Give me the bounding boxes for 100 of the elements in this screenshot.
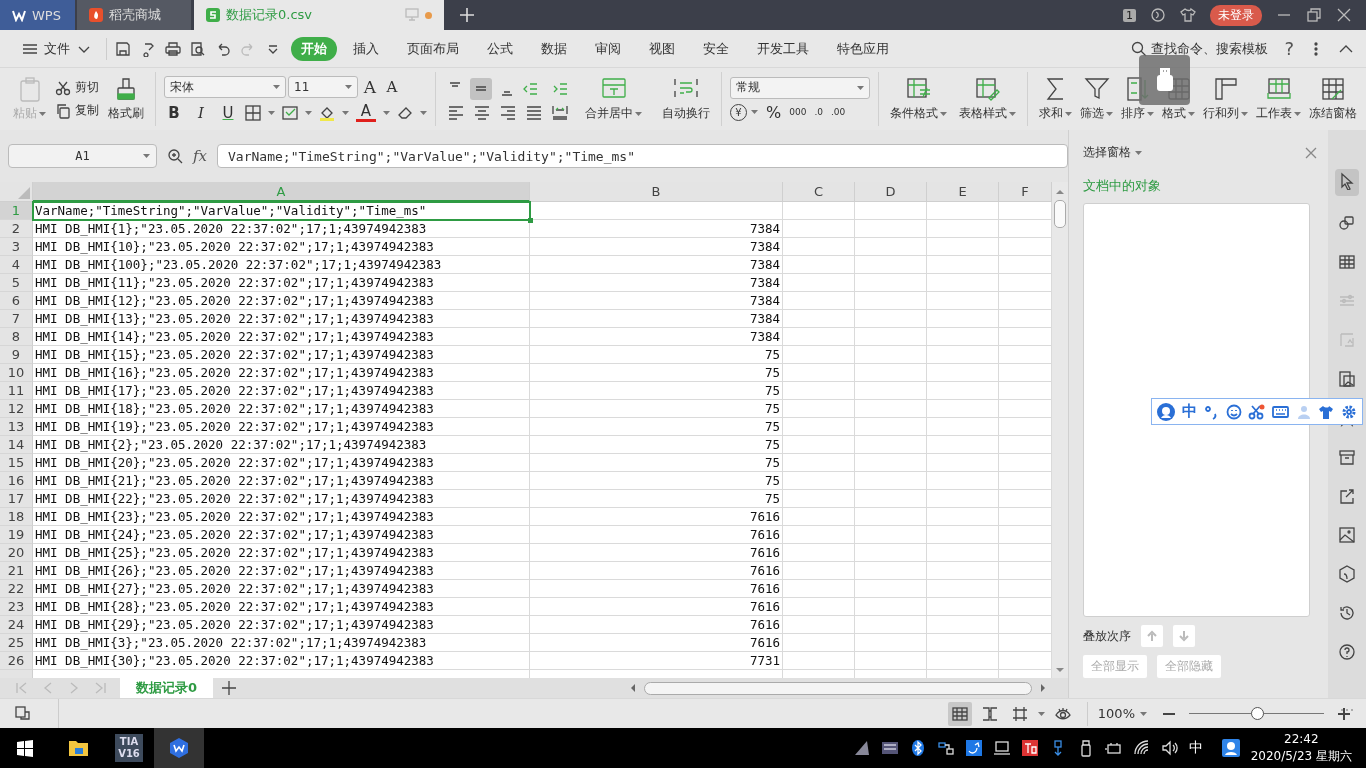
menu-tab[interactable]: 页面布局 (395, 36, 471, 61)
row-header[interactable]: 18 (0, 508, 33, 526)
tia-app-icon[interactable]: TIA V16 (115, 734, 143, 762)
tab[interactable]: 稻壳商城 (77, 0, 191, 30)
row-header[interactable]: 12 (0, 400, 33, 418)
cut-button[interactable]: 剪切 (55, 79, 99, 96)
italic-button[interactable]: I (191, 104, 211, 122)
table-cell: HMI DB_HMI{12};"23.05.2020 22:37:02";17;1;43974942383 (33, 292, 530, 310)
bold-button[interactable]: B (164, 104, 184, 122)
menu-tab[interactable]: 插入 (341, 36, 391, 61)
ribbon-command[interactable]: 工作表 (1253, 74, 1304, 124)
row-header[interactable]: 17 (0, 490, 33, 508)
percent-button[interactable]: % (766, 102, 782, 122)
row-header[interactable]: 26 (0, 652, 33, 670)
table-cell: HMI DB_HMI{18};"23.05.2020 22:37:02";17;1;43974942383 (33, 400, 530, 418)
help-button[interactable]: ? (1284, 38, 1294, 59)
menu-tab[interactable]: 特色应用 (825, 36, 901, 61)
input-method[interactable]: 中 (1188, 739, 1203, 757)
menu-tab[interactable]: 公式 (475, 36, 525, 61)
grow-font-button[interactable]: A (360, 77, 380, 97)
ribbon-command[interactable]: 条件格式 (887, 74, 950, 124)
row-header[interactable]: 11 (0, 382, 33, 400)
column-header[interactable]: C (783, 182, 855, 202)
taskbar-app[interactable]: TIA V16 (104, 728, 154, 768)
shrink-font-button[interactable]: A (382, 78, 402, 96)
menu-tab[interactable]: 开发工具 (745, 36, 821, 61)
increase-decimal-button[interactable]: .0 (814, 107, 823, 117)
table-cell: HMI DB_HMI{13};"23.05.2020 22:37:02";17;1;43974942383 (33, 310, 530, 328)
name-box[interactable]: A1 (8, 144, 157, 168)
font-color-button[interactable]: A (356, 104, 376, 122)
menu-tab[interactable]: 数据 (529, 36, 579, 61)
table-cell: HMI DB_HMI{100};"23.05.2020 22:37:02";17;1;43974942383 (33, 256, 530, 274)
row-header[interactable]: 20 (0, 544, 33, 562)
table-cell: 7616 (530, 598, 783, 616)
sheet-tab[interactable]: 数据记录0 (120, 678, 214, 698)
table-cell: HMI DB_HMI{20};"23.05.2020 22:37:02";17;1;43974942383 (33, 454, 530, 472)
column-header[interactable]: D (855, 182, 927, 202)
row-header[interactable]: 15 (0, 454, 33, 472)
row-header[interactable]: 9 (0, 346, 33, 364)
file-menu[interactable]: 文件 (16, 39, 98, 58)
panel-title[interactable]: 选择窗格 (1083, 144, 1131, 161)
ribbon-command[interactable]: 筛选 (1077, 74, 1116, 124)
merge-center-button[interactable]: 合并居中 (582, 74, 645, 124)
zoom-level[interactable]: 100% (1097, 706, 1135, 721)
row-header[interactable]: 16 (0, 472, 33, 490)
underline-button[interactable]: U (218, 104, 238, 122)
menu-tab[interactable]: 视图 (637, 36, 687, 61)
row-header[interactable]: 13 (0, 418, 33, 436)
table-cell: HMI DB_HMI{27};"23.05.2020 22:37:02";17;1;43974942383 (33, 580, 530, 598)
row-header[interactable]: 22 (0, 580, 33, 598)
table-cell: 75 (530, 472, 783, 490)
tab[interactable]: WPS (0, 0, 75, 30)
table-cell: 75 (530, 346, 783, 364)
ribbon-command[interactable]: 冻结窗格 (1306, 74, 1360, 124)
thousands-separator-button[interactable]: 000 (789, 107, 807, 117)
copy-button[interactable]: 复制 (55, 102, 99, 119)
font-name-field[interactable]: 宋体 (164, 76, 286, 98)
ribbon-command[interactable]: 行和列 (1200, 74, 1251, 124)
ribbon-command[interactable]: 求和 (1036, 74, 1075, 124)
table-cell: 7384 (530, 256, 783, 274)
table-cell: 75 (530, 382, 783, 400)
number-format-field[interactable]: 常规 (730, 76, 870, 99)
table-cell: HMI DB_HMI{23};"23.05.2020 22:37:02";17;1;43974942383 (33, 508, 530, 526)
table-cell: HMI DB_HMI{15};"23.05.2020 22:37:02";17;1;43974942383 (33, 346, 530, 364)
date: 2020/5/23 星期六 (1250, 748, 1352, 765)
row-header[interactable]: 2 (0, 220, 33, 238)
row-header[interactable]: 19 (0, 526, 33, 544)
login-button[interactable]: 未登录 (1210, 4, 1262, 26)
table-cell: 7384 (530, 220, 783, 238)
table-cell: VarName;"TimeString";"VarValue";"Validity";"Time_ms" (33, 202, 530, 220)
decrease-decimal-button[interactable]: .00 (831, 107, 846, 117)
font-size-field[interactable]: 11 (288, 76, 358, 98)
row-header[interactable]: 14 (0, 436, 33, 454)
row-header[interactable]: 4 (0, 256, 33, 274)
row-header[interactable]: 25 (0, 634, 33, 652)
column-header[interactable]: F (999, 182, 1052, 202)
formula-field[interactable]: VarName;"TimeString";"VarValue";"Validity";"Time_ms" (217, 144, 1068, 168)
row-header[interactable]: 8 (0, 328, 33, 346)
row-header[interactable]: 5 (0, 274, 33, 292)
table-cell: 7384 (530, 328, 783, 346)
ribbon-command[interactable]: 表格样式 (956, 74, 1019, 124)
table-cell: 7616 (530, 508, 783, 526)
window-count-badge[interactable]: 1 (1123, 8, 1136, 22)
insert-function-button[interactable]: fx (193, 147, 207, 165)
row-header[interactable]: 23 (0, 598, 33, 616)
menu-tab[interactable]: 安全 (691, 36, 741, 61)
row-header[interactable]: 6 (0, 292, 33, 310)
format-painter-button[interactable]: 格式刷 (105, 74, 147, 124)
menu-tab[interactable]: 审阅 (583, 36, 633, 61)
column-header[interactable]: E (927, 182, 999, 202)
row-header[interactable]: 3 (0, 238, 33, 256)
wrap-text-button[interactable]: 自动换行 (659, 74, 713, 124)
row-header[interactable]: 7 (0, 310, 33, 328)
clock[interactable]: 22:42 2020/5/23 星期六 (1250, 731, 1352, 765)
row-header[interactable]: 24 (0, 616, 33, 634)
input-mode[interactable]: 中 (1181, 402, 1197, 421)
row-header[interactable]: 10 (0, 364, 33, 382)
column-header[interactable]: B (530, 182, 783, 202)
table-cell: HMI DB_HMI{22};"23.05.2020 22:37:02";17;1;43974942383 (33, 490, 530, 508)
row-header[interactable]: 21 (0, 562, 33, 580)
